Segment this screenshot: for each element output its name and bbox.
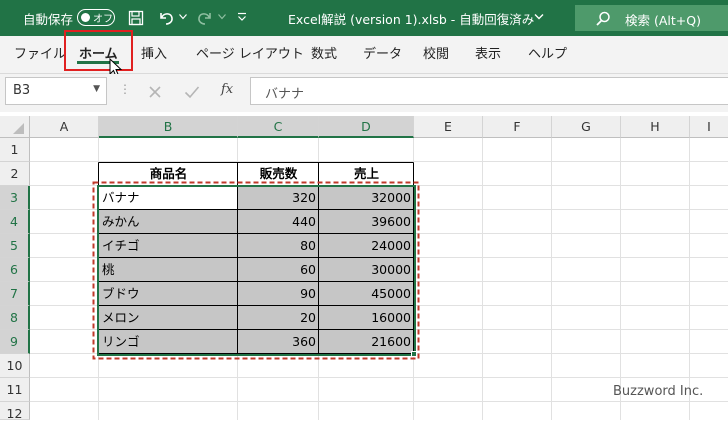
fill-handle[interactable] xyxy=(411,351,417,357)
watermark-text: Buzzword Inc. xyxy=(613,384,704,399)
copy-marquee xyxy=(92,181,420,360)
